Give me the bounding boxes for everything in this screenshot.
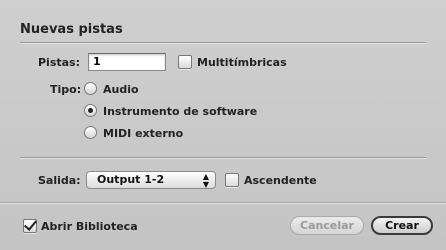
output-label: Salida: <box>38 174 81 187</box>
tracks-label: Pistas: <box>38 56 81 69</box>
dialog-title: Nuevas pistas <box>20 22 123 37</box>
open-library-label: Abrir Biblioteca <box>41 220 138 233</box>
type-radio-audio[interactable] <box>84 82 97 95</box>
ascending-checkbox[interactable] <box>225 173 239 187</box>
type-radio-external-midi[interactable] <box>84 126 97 139</box>
title-divider <box>20 42 426 44</box>
ascending-label: Ascendente <box>244 174 317 187</box>
new-tracks-dialog: Nuevas pistas Pistas: Multitímbricas Tip… <box>0 0 446 250</box>
open-library-checkbox[interactable] <box>23 219 37 233</box>
type-radio-software-instrument[interactable] <box>84 104 97 117</box>
tracks-count-field[interactable] <box>88 53 166 71</box>
cancel-button[interactable]: Cancelar <box>290 216 364 235</box>
multitimbral-checkbox[interactable] <box>178 55 192 69</box>
multitimbral-label: Multitímbricas <box>197 56 287 69</box>
output-popup[interactable]: Output 1-2 ▲ ▼ <box>86 171 216 189</box>
type-label-audio: Audio <box>103 83 139 96</box>
output-popup-value: Output 1-2 <box>97 173 165 186</box>
popup-arrows-icon: ▲ ▼ <box>202 172 209 189</box>
section-divider <box>20 157 426 159</box>
type-label-software-instrument: Instrumento de software <box>103 105 258 118</box>
create-button[interactable]: Crear <box>371 216 433 235</box>
footer-divider <box>0 202 446 204</box>
type-label: Tipo: <box>50 83 82 96</box>
type-label-external-midi: MIDI externo <box>103 127 184 140</box>
